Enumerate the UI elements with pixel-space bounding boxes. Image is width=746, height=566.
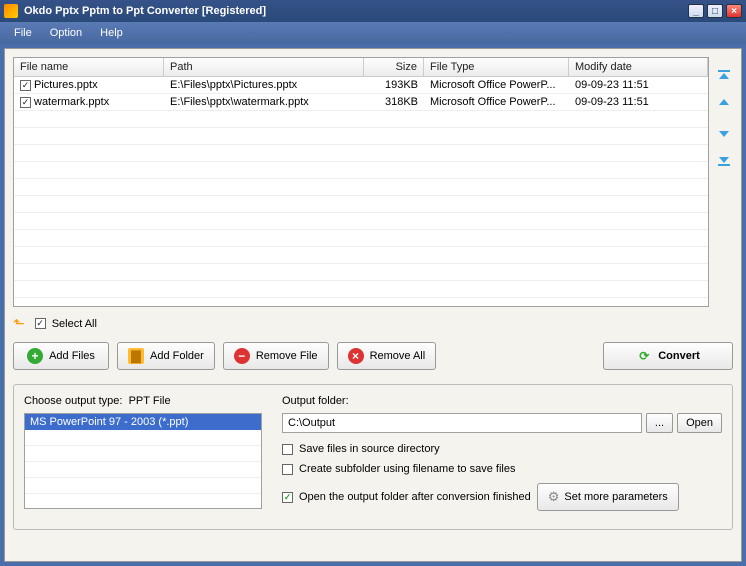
set-more-parameters-button[interactable]: ⚙Set more parameters bbox=[537, 483, 679, 511]
app-logo-icon bbox=[4, 4, 18, 18]
file-table[interactable]: File name Path Size File Type Modify dat… bbox=[13, 57, 709, 307]
path-cell: E:\Files\pptx\Pictures.pptx bbox=[164, 77, 364, 93]
table-header: File name Path Size File Type Modify dat… bbox=[14, 58, 708, 77]
menu-help[interactable]: Help bbox=[92, 25, 131, 41]
modify-cell: 09-09-23 11:51 bbox=[569, 94, 708, 110]
remove-all-button[interactable]: ×Remove All bbox=[337, 342, 437, 370]
output-type-list[interactable]: MS PowerPoint 97 - 2003 (*.ppt) bbox=[24, 413, 262, 509]
main-panel: File name Path Size File Type Modify dat… bbox=[4, 48, 742, 562]
minimize-button[interactable]: _ bbox=[688, 4, 704, 18]
add-files-button[interactable]: +Add Files bbox=[13, 342, 109, 370]
modify-cell: 09-09-23 11:51 bbox=[569, 77, 708, 93]
open-after-label: Open the output folder after conversion … bbox=[299, 491, 531, 503]
table-row[interactable]: ✓Pictures.pptx E:\Files\pptx\Pictures.ppt… bbox=[14, 77, 708, 94]
select-all-label: Select All bbox=[52, 318, 97, 330]
col-size[interactable]: Size bbox=[364, 58, 424, 76]
col-filetype[interactable]: File Type bbox=[424, 58, 569, 76]
menu-option[interactable]: Option bbox=[42, 25, 90, 41]
filetype-cell: Microsoft Office PowerP... bbox=[424, 77, 569, 93]
maximize-button[interactable]: □ bbox=[707, 4, 723, 18]
move-up-button[interactable] bbox=[715, 95, 733, 113]
table-row[interactable]: ✓watermark.pptx E:\Files\pptx\watermark.p… bbox=[14, 94, 708, 111]
create-subfolder-checkbox[interactable] bbox=[282, 464, 293, 475]
create-subfolder-label: Create subfolder using filename to save … bbox=[299, 463, 515, 475]
save-source-checkbox[interactable] bbox=[282, 444, 293, 455]
open-after-checkbox[interactable]: ✓ bbox=[282, 492, 293, 503]
output-folder-input[interactable] bbox=[282, 413, 642, 433]
move-top-button[interactable] bbox=[715, 67, 733, 85]
filename-cell: Pictures.pptx bbox=[34, 79, 98, 91]
output-settings: Choose output type: PPT File MS PowerPoi… bbox=[13, 384, 733, 530]
col-path[interactable]: Path bbox=[164, 58, 364, 76]
add-folder-button[interactable]: ▇Add Folder bbox=[117, 342, 215, 370]
folder-icon: ▇ bbox=[128, 348, 144, 364]
move-down-button[interactable] bbox=[715, 123, 733, 141]
plus-icon: + bbox=[27, 348, 43, 364]
output-folder-label: Output folder: bbox=[282, 395, 722, 407]
move-bottom-button[interactable] bbox=[715, 151, 733, 169]
col-filename[interactable]: File name bbox=[14, 58, 164, 76]
size-cell: 318KB bbox=[364, 94, 424, 110]
titlebar: Okdo Pptx Pptm to Ppt Converter [Registe… bbox=[0, 0, 746, 22]
menu-file[interactable]: File bbox=[6, 25, 40, 41]
window-title: Okdo Pptx Pptm to Ppt Converter [Registe… bbox=[24, 5, 688, 17]
menubar: File Option Help bbox=[0, 22, 746, 44]
convert-button[interactable]: ⟳Convert bbox=[603, 342, 733, 370]
reorder-buttons bbox=[715, 57, 733, 307]
gear-icon: ⚙ bbox=[548, 489, 560, 505]
close-button[interactable]: × bbox=[726, 4, 742, 18]
row-checkbox[interactable]: ✓ bbox=[20, 80, 31, 91]
action-buttons: +Add Files ▇Add Folder −Remove File ×Rem… bbox=[13, 342, 733, 370]
path-cell: E:\Files\pptx\watermark.pptx bbox=[164, 94, 364, 110]
browse-button[interactable]: ... bbox=[646, 413, 673, 433]
output-type-item[interactable]: MS PowerPoint 97 - 2003 (*.ppt) bbox=[25, 414, 261, 430]
select-all-row: ⬑ ✓ Select All bbox=[13, 315, 733, 332]
filename-cell: watermark.pptx bbox=[34, 96, 109, 108]
col-modify[interactable]: Modify date bbox=[569, 58, 708, 76]
size-cell: 193KB bbox=[364, 77, 424, 93]
output-type-label: Choose output type: PPT File bbox=[24, 395, 262, 407]
filetype-cell: Microsoft Office PowerP... bbox=[424, 94, 569, 110]
remove-all-icon: × bbox=[348, 348, 364, 364]
remove-file-button[interactable]: −Remove File bbox=[223, 342, 329, 370]
up-folder-icon[interactable]: ⬑ bbox=[13, 315, 25, 332]
save-source-label: Save files in source directory bbox=[299, 443, 440, 455]
minus-icon: − bbox=[234, 348, 250, 364]
select-all-checkbox[interactable]: ✓ bbox=[35, 318, 46, 329]
row-checkbox[interactable]: ✓ bbox=[20, 97, 31, 108]
open-folder-button[interactable]: Open bbox=[677, 413, 722, 433]
convert-icon: ⟳ bbox=[636, 348, 652, 364]
